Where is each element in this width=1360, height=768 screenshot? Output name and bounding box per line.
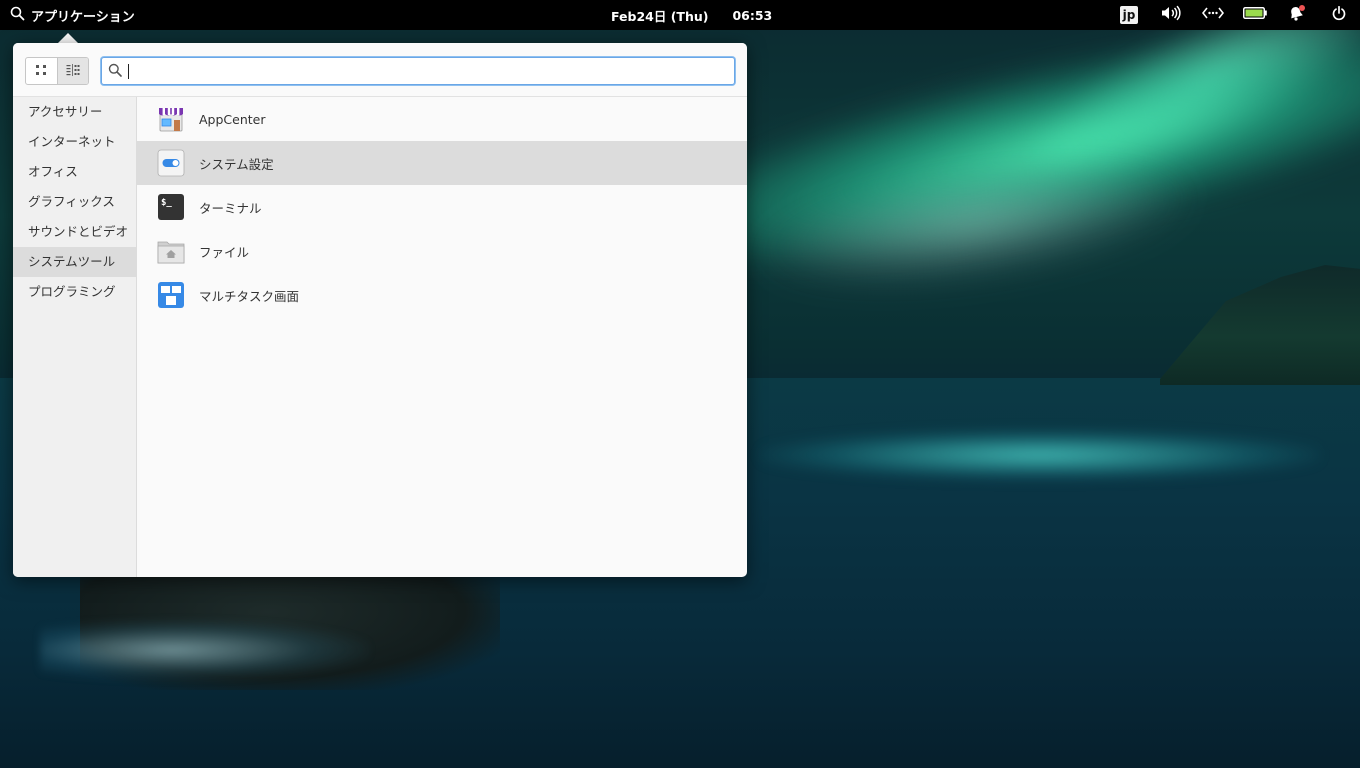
popover-arrow <box>58 33 78 43</box>
app-label: マルチタスク画面 <box>199 288 300 304</box>
app-item-files[interactable]: ファイル <box>137 229 747 273</box>
grid-view-icon <box>34 62 48 81</box>
search-input[interactable] <box>133 63 693 79</box>
applications-menu-button[interactable]: アプリケーション <box>10 0 135 30</box>
network-indicator[interactable] <box>1192 0 1234 30</box>
system-settings-icon <box>157 149 185 177</box>
power-icon <box>1332 5 1346 25</box>
category-accessories[interactable]: アクセサリー <box>13 97 136 127</box>
search-icon <box>10 6 25 25</box>
terminal-icon: $_ <box>157 193 185 221</box>
app-list: AppCenter システム設定 $_ ターミナル ファイル マルチタスク画面 <box>137 97 747 317</box>
appcenter-icon <box>157 105 185 133</box>
category-system-tools[interactable]: システムツール <box>13 247 136 277</box>
app-item-terminal[interactable]: $_ ターミナル <box>137 185 747 229</box>
sound-indicator[interactable] <box>1150 0 1192 30</box>
launcher-toolbar <box>13 43 747 97</box>
search-icon <box>108 62 122 81</box>
keyboard-layout-label: jp <box>1119 6 1139 24</box>
app-item-multitasking-view[interactable]: マルチタスク画面 <box>137 273 747 317</box>
app-label: システム設定 <box>199 156 274 172</box>
datetime-indicator[interactable]: Feb24日 (Thu) 06:53 <box>611 0 772 30</box>
battery-icon <box>1243 7 1267 23</box>
app-label: ターミナル <box>199 200 262 216</box>
date-label: Feb24日 (Thu) <box>611 8 709 24</box>
category-view-icon <box>66 62 80 81</box>
text-cursor <box>128 63 129 79</box>
search-field[interactable] <box>101 57 735 85</box>
volume-icon <box>1161 5 1181 25</box>
category-sound-video[interactable]: サウンドとビデオ <box>13 217 136 247</box>
category-programming[interactable]: プログラミング <box>13 277 136 307</box>
wired-network-icon <box>1201 6 1225 24</box>
top-panel: アプリケーション Feb24日 (Thu) 06:53 jp <box>0 0 1360 30</box>
view-mode-switcher <box>25 57 89 85</box>
time-label: 06:53 <box>732 7 773 23</box>
files-icon <box>157 237 185 265</box>
grid-view-button[interactable] <box>26 58 57 84</box>
applications-menu-popover: アクセサリー インターネット オフィス グラフィックス サウンドとビデオ システ… <box>13 43 747 577</box>
session-indicator[interactable] <box>1318 0 1360 30</box>
category-internet[interactable]: インターネット <box>13 127 136 157</box>
multitasking-icon <box>157 281 185 309</box>
app-label: ファイル <box>199 244 250 260</box>
applications-label: アプリケーション <box>31 9 135 25</box>
app-item-appcenter[interactable]: AppCenter <box>137 97 747 141</box>
svg-text:$_: $_ <box>161 198 172 208</box>
power-indicator[interactable] <box>1234 0 1276 30</box>
keyboard-layout-indicator[interactable]: jp <box>1108 0 1150 30</box>
category-view-button[interactable] <box>56 58 88 84</box>
category-office[interactable]: オフィス <box>13 157 136 187</box>
notifications-indicator[interactable] <box>1276 0 1318 30</box>
app-label: AppCenter <box>199 111 266 127</box>
category-sidebar: アクセサリー インターネット オフィス グラフィックス サウンドとビデオ システ… <box>13 97 137 577</box>
app-item-system-settings[interactable]: システム設定 <box>137 141 747 185</box>
notification-bell-icon <box>1288 4 1306 26</box>
category-graphics[interactable]: グラフィックス <box>13 187 136 217</box>
